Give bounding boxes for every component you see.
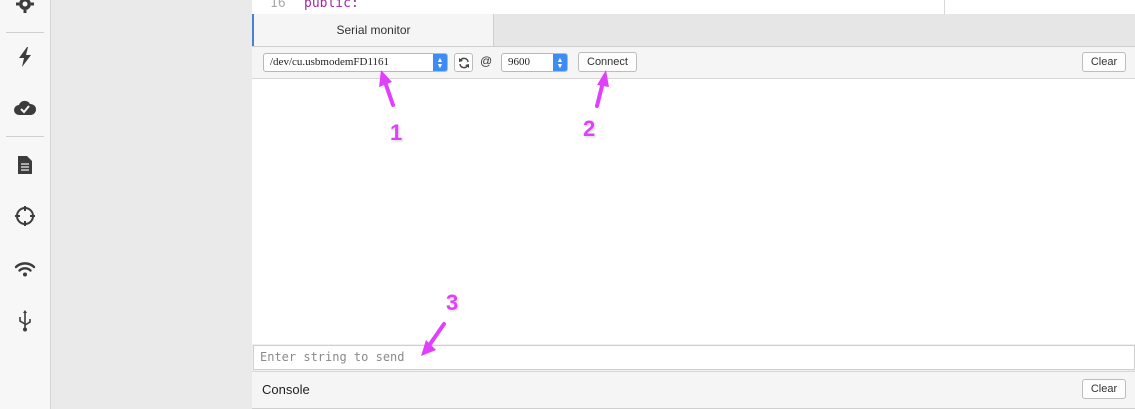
send-input-placeholder: Enter string to send (260, 350, 405, 364)
annotation-marker-2: 2 (583, 116, 596, 141)
gear-icon[interactable] (13, 0, 37, 16)
annotation-marker-1: 1 (390, 120, 403, 145)
wifi-icon[interactable] (13, 257, 37, 281)
refresh-button[interactable] (454, 53, 473, 72)
connect-button[interactable]: Connect (578, 52, 637, 72)
send-input[interactable]: Enter string to send (253, 345, 1135, 370)
code-line: public: (304, 0, 359, 11)
panel-tabbar: Serial monitor (252, 14, 1135, 47)
file-icon[interactable] (13, 153, 37, 177)
serial-output (252, 79, 1135, 344)
port-select[interactable]: /dev/cu.usbmodemFD1161 ▲ ▼ (263, 53, 448, 72)
editor-gutter (51, 0, 252, 409)
crosshair-icon[interactable] (13, 204, 37, 228)
console-clear-button[interactable]: Clear (1082, 379, 1126, 399)
sidebar-divider (6, 136, 44, 137)
annotation-marker-3: 3 (446, 290, 459, 315)
baud-select-value: 9600 (508, 56, 530, 68)
sidebar-divider (6, 32, 44, 33)
select-arrows-icon: ▲ ▼ (433, 54, 447, 71)
cloud-check-icon[interactable] (13, 96, 37, 120)
console-label: Console (262, 382, 310, 397)
baud-select[interactable]: 9600 ▲ ▼ (501, 53, 568, 72)
code-editor[interactable]: 16 public: (252, 0, 1135, 15)
at-symbol: @ (480, 54, 493, 68)
serial-toolbar: /dev/cu.usbmodemFD1161 ▲ ▼ @ 9600 ▲ ▼ Conn… (252, 47, 1135, 79)
line-number: 16 (270, 0, 286, 11)
clear-button[interactable]: Clear (1082, 52, 1126, 72)
sidebar (0, 0, 51, 409)
tab-serial-monitor[interactable]: Serial monitor (252, 14, 494, 46)
editor-divider (944, 0, 945, 14)
usb-icon[interactable] (13, 309, 37, 333)
console-bar: Console Clear (252, 371, 1135, 409)
select-arrows-icon: ▲ ▼ (553, 54, 567, 71)
port-select-value: /dev/cu.usbmodemFD1161 (270, 56, 390, 68)
bolt-icon[interactable] (13, 45, 37, 69)
refresh-icon (458, 57, 469, 68)
